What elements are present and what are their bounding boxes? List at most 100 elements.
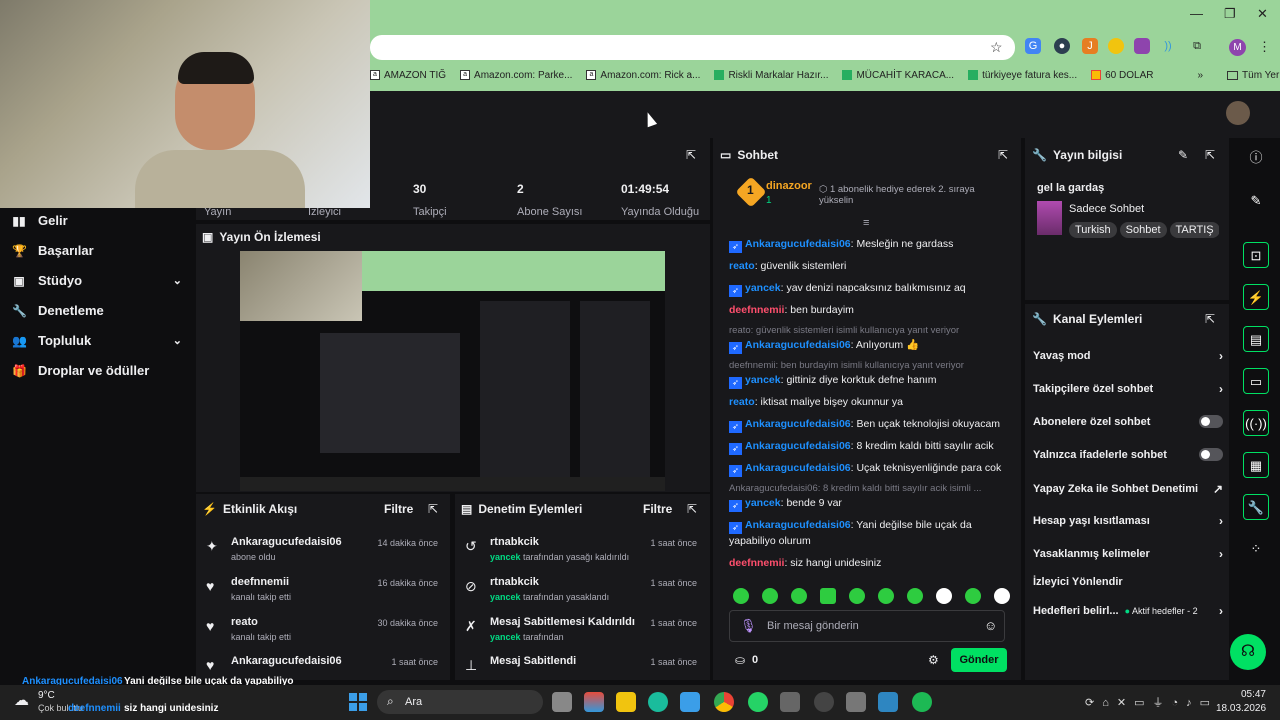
channel-points-icon[interactable]: ⛀ [735, 653, 745, 667]
info-icon[interactable]: ⓘ [1243, 145, 1269, 171]
clock-date[interactable]: 18.03.2026 [1216, 703, 1266, 714]
puzzle-icon[interactable]: ⧉ [1189, 38, 1205, 54]
chat-username[interactable]: yancek [745, 282, 781, 294]
user-avatar[interactable] [1226, 101, 1250, 125]
action-followers-only[interactable]: Takipçilere özel sohbet › [1033, 382, 1223, 396]
close-icon[interactable]: ✕ [1257, 6, 1268, 22]
chat-username[interactable]: Ankaragucufedaisi06 [745, 440, 851, 452]
chat-message[interactable]: ➶ Ankaragucufedaisi06: Ben uçak teknoloji… [729, 417, 1009, 433]
file-explorer-icon[interactable] [616, 692, 636, 712]
task-view-icon[interactable] [552, 692, 572, 712]
clock-time[interactable]: 05:47 [1216, 689, 1266, 700]
clip-icon[interactable]: ⊡ [1243, 242, 1269, 268]
chat-message[interactable]: reato: güvenlik sistemleri [729, 259, 1009, 273]
emote-picker-icon[interactable]: ☺ [984, 618, 997, 633]
popout-icon[interactable]: ⇱ [1205, 148, 1215, 162]
calculator-icon[interactable] [846, 692, 866, 712]
system-tray-icons[interactable]: ⟳⌂✕▭⏚◔♪▭ [1085, 694, 1218, 710]
chat-username[interactable]: reato [729, 396, 755, 408]
notepad-icon[interactable] [878, 692, 898, 712]
emote-icon[interactable] [907, 588, 923, 604]
maximize-icon[interactable]: ❐ [1224, 6, 1236, 22]
edit-pencil-icon[interactable]: ✎ [1178, 148, 1188, 162]
bookmark[interactable]: türkiyeye fatura kes... [968, 70, 1077, 81]
edge-icon[interactable] [648, 692, 668, 712]
weather-icon[interactable]: ☁ [14, 691, 29, 709]
tag[interactable]: Turkish [1069, 222, 1117, 238]
profile-avatar[interactable]: M [1229, 39, 1246, 56]
spotify-icon[interactable] [912, 692, 932, 712]
expand-icon[interactable]: ≡ [863, 217, 869, 229]
extension-icon[interactable]: ● [1054, 38, 1070, 54]
chat-username[interactable]: deefnnemii [729, 557, 784, 569]
tag[interactable]: Sohbet [1119, 222, 1167, 238]
emote-icon[interactable] [849, 588, 865, 604]
hype-user[interactable]: dinazoor [766, 180, 812, 192]
chat-username[interactable]: Ankaragucufedaisi06 [745, 519, 851, 531]
more-bookmarks-icon[interactable]: » [1197, 70, 1203, 81]
emote-icon[interactable] [733, 588, 749, 604]
chat-username[interactable]: deefnnemii [729, 304, 784, 316]
chat-message[interactable]: ➶ Ankaragucufedaisi06: 8 kredim kaldı bit… [729, 439, 1009, 455]
whatsapp-icon[interactable] [748, 692, 768, 712]
action-ai-moderation[interactable]: Yapay Zeka ile Sohbet Denetimi ↗ [1033, 482, 1223, 496]
chat-message[interactable]: ➶ Ankaragucufedaisi06: Anlıyorum 👍 [729, 338, 1009, 354]
chat-message[interactable]: ➶ yancek: bende 9 var [729, 496, 1009, 512]
chat-username[interactable]: Ankaragucufedaisi06 [745, 418, 851, 430]
action-subscribers-only[interactable]: Abonelere özel sohbet [1033, 415, 1223, 428]
document-icon[interactable]: ▤ [1243, 326, 1269, 352]
bookmark[interactable]: Riskli Markalar Hazır... [714, 70, 828, 81]
emote-icon[interactable] [820, 588, 836, 604]
action-raid[interactable]: İzleyici Yönlendir [1033, 576, 1223, 588]
microphone-icon[interactable]: 🎙 [740, 618, 757, 634]
tag[interactable]: TARTIŞ [1169, 222, 1219, 238]
toggle-switch[interactable] [1199, 448, 1223, 461]
activity-filter-button[interactable]: Filtre [384, 502, 413, 516]
popout-icon[interactable]: ⇱ [686, 148, 696, 162]
chat-username[interactable]: Ankaragucufedaisi06 [745, 462, 851, 474]
bookmark[interactable]: MÜCAHİT KARACA... [842, 70, 954, 81]
bookmark[interactable]: a Amazon.com: Rick a... [586, 70, 700, 81]
emote-icon[interactable] [762, 588, 778, 604]
chat-username[interactable]: Ankaragucufedaisi06 [745, 339, 851, 351]
emote-icon[interactable] [965, 588, 981, 604]
popout-icon[interactable]: ⇱ [1205, 312, 1215, 326]
action-blocked-terms[interactable]: Yasaklanmış kelimeler › [1033, 547, 1223, 561]
stream-preview-video[interactable] [240, 251, 665, 491]
bookmark-star-icon[interactable]: ☆ [990, 39, 1003, 56]
chat-message[interactable]: ➶ yancek: yav denizi napcaksınız balıkmıs… [729, 281, 1009, 297]
headset-icon[interactable]: ☊ [1230, 634, 1266, 670]
chrome-icon[interactable] [714, 692, 734, 712]
emote-icon[interactable] [878, 588, 894, 604]
store-icon[interactable] [680, 692, 700, 712]
lightning-icon[interactable]: ⚡ [1243, 284, 1269, 310]
translate-icon[interactable]: G [1025, 38, 1041, 54]
nav-item-denetleme[interactable]: 🔧 Denetleme [12, 303, 182, 318]
chat-username[interactable]: yancek [745, 497, 781, 509]
chat-username[interactable]: yancek [745, 374, 781, 386]
emote-icon[interactable] [994, 588, 1010, 604]
nav-item-gelir[interactable]: ▮▮ Gelir [12, 213, 182, 228]
chat-message[interactable]: deefnnemii: ben burdayim [729, 303, 1009, 317]
action-goals[interactable]: Hedefleri belirl... ● Aktif hedefler - 2 › [1033, 604, 1223, 618]
minimize-icon[interactable]: — [1190, 6, 1203, 21]
all-bookmarks[interactable]: Tüm Yer İşaretleri [1227, 70, 1280, 81]
chat-message[interactable]: ➶ Ankaragucufedaisi06: Yani değilse bile … [729, 518, 1009, 548]
address-bar[interactable] [370, 35, 1015, 60]
moderation-filter-button[interactable]: Filtre [643, 502, 672, 516]
chat-username[interactable]: Ankaragucufedaisi06 [745, 238, 851, 250]
category-boxart[interactable] [1037, 201, 1062, 235]
dots-icon[interactable]: ⁘ [1243, 536, 1269, 562]
nav-item-studyo[interactable]: ▣ Stüdyo ⌄ [12, 273, 182, 288]
broadcast-icon[interactable]: ((·)) [1243, 410, 1269, 436]
chat-message[interactable]: ➶ Ankaragucufedaisi06: Mesleğin ne gardas… [729, 237, 1009, 253]
windows-start-icon[interactable] [349, 693, 367, 711]
category-name[interactable]: Sadece Sohbet [1069, 203, 1144, 215]
pencil-icon[interactable]: ✎ [1243, 188, 1269, 214]
copilot-icon[interactable] [584, 692, 604, 712]
emote-icon[interactable] [791, 588, 807, 604]
action-slow-mode[interactable]: Yavaş mod › [1033, 349, 1223, 363]
bookmark[interactable]: a AMAZON TIĞ [370, 70, 446, 81]
chat-input[interactable]: 🎙 Bir mesaj gönderin ☺ [729, 610, 1005, 642]
nav-item-basarilar[interactable]: 🏆 Başarılar [12, 243, 182, 258]
